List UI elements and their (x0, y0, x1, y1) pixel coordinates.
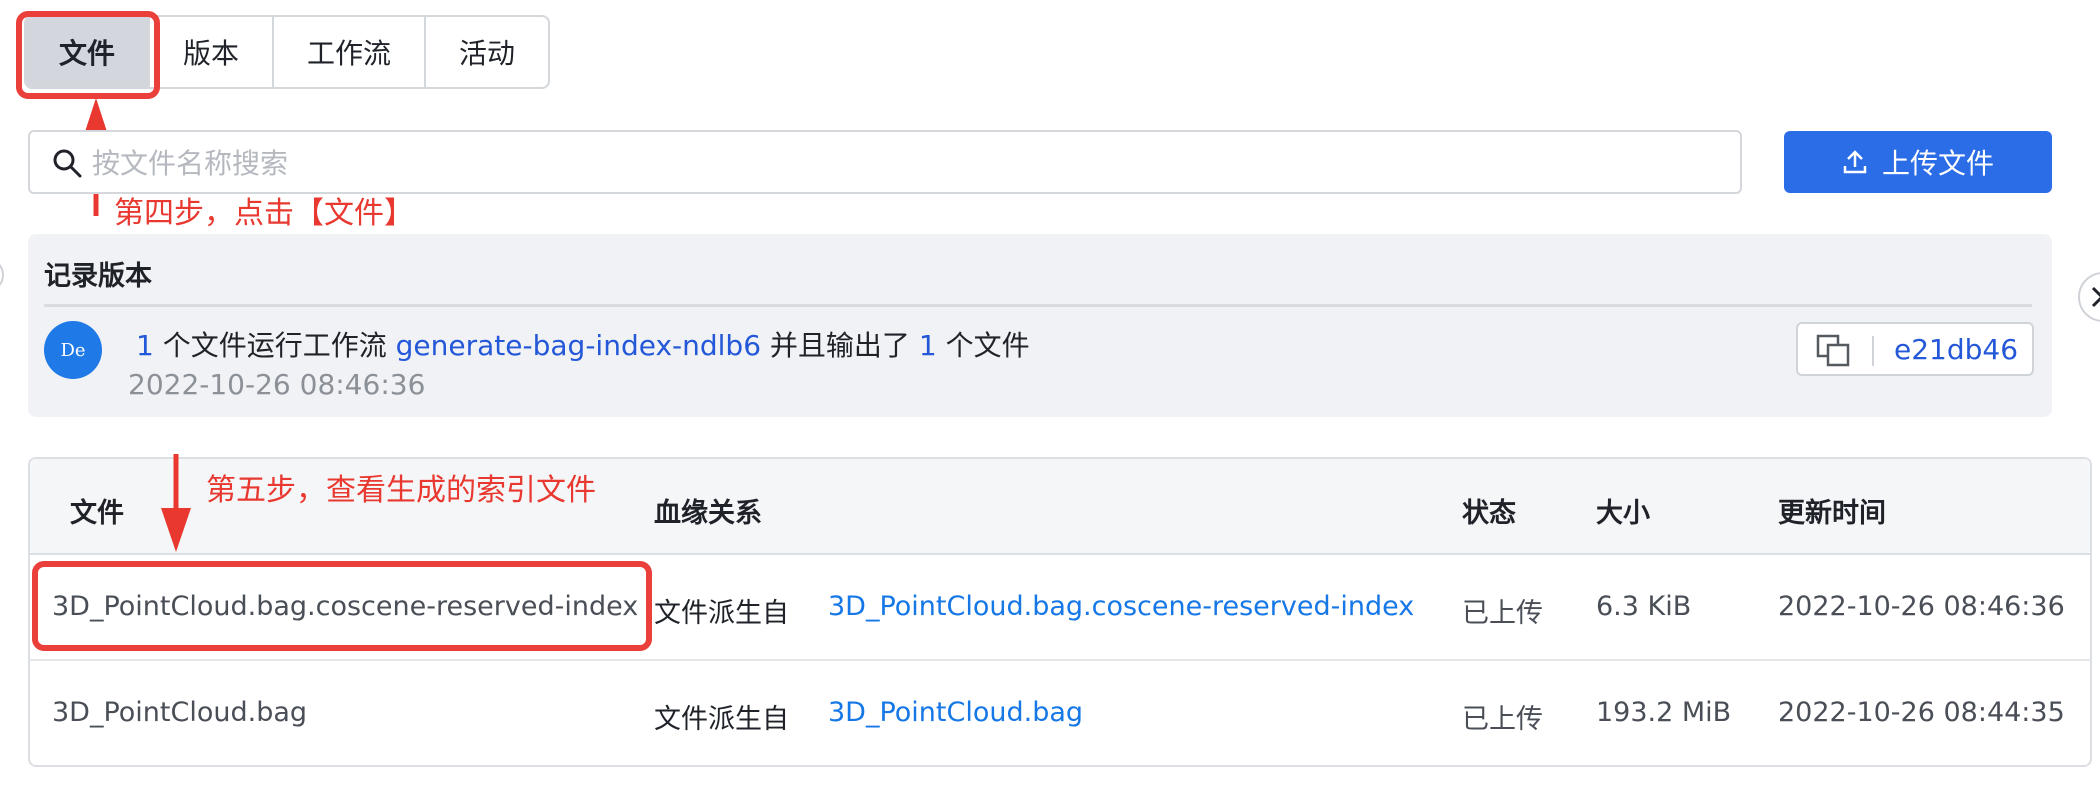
updated-time: 2022-10-26 08:44:35 (1778, 697, 2065, 728)
step5-arrow-icon (161, 454, 191, 552)
status-text: 已上传 (1462, 598, 1543, 629)
upload-button-label: 上传文件 (1881, 147, 1994, 180)
version-description: 1 个文件运行工作流 generate-bag-index-ndlb6 并且输出… (136, 324, 1030, 364)
tab-activity[interactable]: 活动 (426, 17, 548, 87)
upload-icon (1843, 150, 1867, 174)
upload-button[interactable]: 上传文件 (1784, 131, 2052, 193)
column-header-size[interactable]: 大小 (1596, 491, 1650, 530)
input-count: 1 (136, 329, 154, 362)
version-record-panel: 记录版本 De 1 个文件运行工作流 generate-bag-index-nd… (28, 234, 2052, 417)
step4-annotation: 第四步，点击【文件】 (114, 196, 414, 231)
hash-separator (1872, 336, 1874, 366)
file-size: 193.2 MiB (1596, 697, 1732, 728)
search-input[interactable] (90, 132, 1734, 194)
output-count: 1 (918, 329, 937, 362)
status-text: 已上传 (1462, 704, 1543, 735)
next-arrow-button[interactable] (2078, 272, 2100, 322)
column-header-status[interactable]: 状态 (1462, 491, 1516, 530)
file-name[interactable]: 3D_PointCloud.bag (52, 697, 307, 728)
step5-annotation: 第五步，查看生成的索引文件 (206, 473, 596, 508)
updated-time: 2022-10-26 08:46:36 (1778, 591, 2065, 622)
commit-hash-button[interactable]: e21db46 (1796, 322, 2034, 376)
collapse-handle[interactable] (0, 258, 4, 292)
commit-hash[interactable]: e21db46 (1894, 333, 2018, 366)
tab-versions[interactable]: 版本 (150, 17, 274, 87)
avatar: De (44, 321, 102, 379)
chevron-right-icon (2091, 286, 2100, 308)
search-box[interactable] (28, 130, 1742, 194)
column-header-lineage: 血缘关系 (654, 498, 762, 529)
column-header-file: 文件 (70, 498, 124, 529)
column-header-updated[interactable]: 更新时间 (1778, 491, 1886, 530)
desc-text-b: 并且输出了 (769, 329, 910, 362)
step5-highlight-box (32, 561, 652, 651)
divider (44, 304, 2032, 307)
lineage-label: 文件派生自 (654, 704, 789, 735)
desc-text-c: 个文件 (945, 329, 1030, 362)
panel-title: 记录版本 (44, 261, 152, 292)
tab-workflows[interactable]: 工作流 (274, 17, 426, 87)
lineage-label: 文件派生自 (654, 598, 789, 629)
step4-highlight-box (16, 11, 160, 99)
search-icon (53, 149, 82, 178)
desc-text-a: 个文件运行工作流 (162, 329, 387, 362)
file-size: 6.3 KiB (1596, 591, 1692, 622)
copy-icon[interactable] (1816, 334, 1852, 368)
workflow-link[interactable]: generate-bag-index-ndlb6 (396, 329, 761, 362)
version-timestamp: 2022-10-26 08:46:36 (128, 368, 426, 401)
table-row[interactable]: 3D_PointCloud.bag 文件派生自 3D_PointCloud.ba… (30, 661, 2090, 767)
lineage-link[interactable]: 3D_PointCloud.bag.coscene-reserved-index (828, 591, 1414, 622)
lineage-link[interactable]: 3D_PointCloud.bag (828, 697, 1083, 728)
